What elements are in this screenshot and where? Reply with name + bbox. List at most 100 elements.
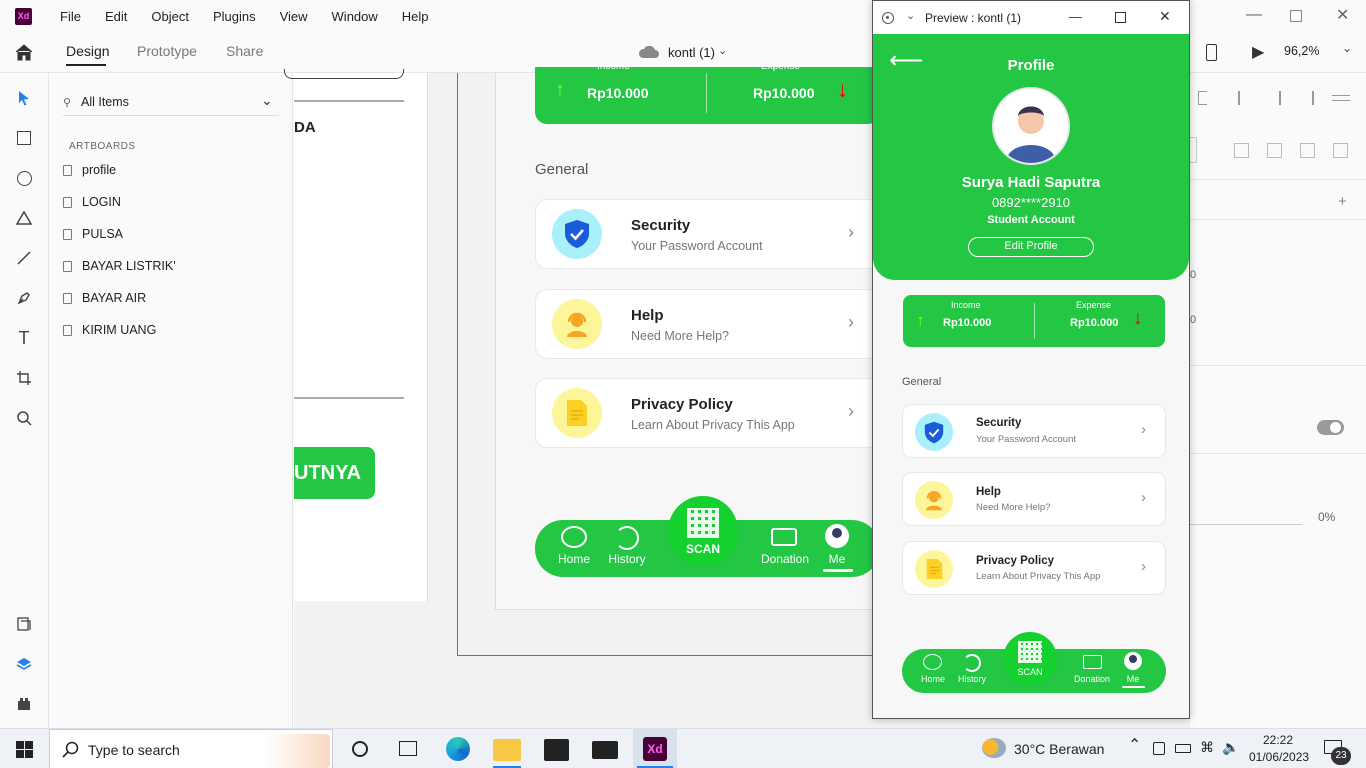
chevron-down-icon[interactable]: ⌄ xyxy=(906,9,915,22)
layers-icon[interactable] xyxy=(14,654,34,674)
align-center-icon[interactable] xyxy=(1279,91,1293,105)
home-icon[interactable] xyxy=(561,526,587,548)
artboard-login[interactable]: DA UTNYA xyxy=(284,69,428,601)
security-card[interactable]: Security Your Password Account › xyxy=(902,404,1166,458)
minimize-icon[interactable]: — xyxy=(1069,9,1082,24)
money-icon[interactable] xyxy=(1083,655,1102,669)
assets-icon[interactable] xyxy=(14,614,34,634)
volume-icon[interactable]: 🔈 xyxy=(1222,739,1239,756)
rectangle-tool-icon[interactable] xyxy=(14,128,34,148)
device-icon[interactable] xyxy=(1153,742,1165,755)
menu-object[interactable]: Object xyxy=(151,9,189,24)
pen-tool-icon[interactable] xyxy=(14,288,34,308)
menu-edit[interactable]: Edit xyxy=(105,9,127,24)
privacy-card[interactable]: Privacy Policy Learn About Privacy This … xyxy=(902,541,1166,595)
menu-help[interactable]: Help xyxy=(402,9,429,24)
layers-search[interactable]: ⚲ All Items ⌄ xyxy=(63,92,279,116)
layer-item[interactable]: PULSA xyxy=(63,227,123,241)
record-icon[interactable] xyxy=(882,12,894,24)
layer-item[interactable]: BAYAR LISTRIK' xyxy=(63,259,176,273)
mail-icon[interactable] xyxy=(592,741,618,759)
clock-date[interactable]: 01/06/2023 xyxy=(1249,750,1309,764)
privacy-card[interactable]: Privacy Policy Learn About Privacy This … xyxy=(535,378,880,448)
nav-me-label[interactable]: Me xyxy=(1120,674,1146,684)
artboard-profile[interactable]: Income Expense ↑ Rp10.000 Rp10.000 ↓ Gen… xyxy=(495,61,880,610)
field-value[interactable]: 0 xyxy=(1190,314,1196,326)
scan-button[interactable]: SCAN xyxy=(668,496,738,566)
nav-home-label[interactable]: Home xyxy=(555,552,593,566)
slider-track[interactable] xyxy=(1190,524,1302,525)
nav-home-label[interactable]: Home xyxy=(916,674,950,684)
store-icon[interactable] xyxy=(544,739,569,761)
menu-plugins[interactable]: Plugins xyxy=(213,9,256,24)
align-right-icon[interactable] xyxy=(1300,91,1314,105)
xd-taskbar-button[interactable]: Xd xyxy=(633,729,677,768)
zoom-level[interactable]: 96,2% xyxy=(1284,44,1319,58)
chevron-down-icon[interactable]: ⌄ xyxy=(1342,41,1352,55)
align-left-icon[interactable] xyxy=(1238,91,1252,105)
menu-view[interactable]: View xyxy=(280,9,308,24)
select-tool-icon[interactable] xyxy=(14,88,34,108)
home-icon[interactable] xyxy=(14,43,34,66)
restore-icon[interactable] xyxy=(1290,10,1302,22)
nav-me-label[interactable]: Me xyxy=(821,552,853,566)
nav-donation-label[interactable]: Donation xyxy=(1070,674,1114,684)
artboard-tool-icon[interactable] xyxy=(14,368,34,388)
close-icon[interactable]: ✕ xyxy=(1159,8,1171,25)
mobile-preview-icon[interactable] xyxy=(1206,44,1217,61)
weather-icon[interactable] xyxy=(982,738,1006,758)
nav-donation-label[interactable]: Donation xyxy=(757,552,813,566)
polygon-tool-icon[interactable] xyxy=(14,208,34,228)
avatar[interactable] xyxy=(825,524,849,548)
layer-item[interactable]: KIRIM UANG xyxy=(63,323,156,337)
text-tool-icon[interactable]: T xyxy=(14,328,34,348)
add-icon[interactable]: + xyxy=(1338,193,1347,210)
history-icon[interactable] xyxy=(963,654,981,672)
layer-item[interactable]: LOGIN xyxy=(63,195,121,209)
boolean-exclude-icon[interactable] xyxy=(1333,143,1348,158)
tab-share[interactable]: Share xyxy=(226,43,263,59)
line-tool-icon[interactable] xyxy=(14,248,34,268)
clock-time[interactable]: 22:22 xyxy=(1263,733,1293,747)
file-explorer-icon[interactable] xyxy=(493,739,521,761)
battery-icon[interactable] xyxy=(1175,744,1191,753)
wifi-icon[interactable]: ⌘ xyxy=(1200,739,1214,756)
nav-history-label[interactable]: History xyxy=(605,552,649,566)
edge-icon[interactable] xyxy=(446,737,470,761)
chevron-down-icon[interactable]: ⌄ xyxy=(718,44,727,57)
field-value[interactable]: 0 xyxy=(1190,269,1196,281)
toggle-switch[interactable] xyxy=(1317,420,1344,435)
document-title[interactable]: kontl (1) xyxy=(668,45,715,60)
zoom-tool-icon[interactable] xyxy=(14,408,34,428)
security-card[interactable]: Security Your Password Account › xyxy=(535,199,880,269)
close-icon[interactable]: ✕ xyxy=(1336,5,1349,25)
distribute-icon[interactable] xyxy=(1332,95,1350,101)
align-icon[interactable] xyxy=(1198,91,1207,105)
layer-item[interactable]: profile xyxy=(63,163,116,177)
plugins-icon[interactable] xyxy=(14,694,34,714)
help-card[interactable]: Help Need More Help? › xyxy=(902,472,1166,526)
boolean-subtract-icon[interactable] xyxy=(1267,143,1282,158)
help-card[interactable]: Help Need More Help? › xyxy=(535,289,880,359)
edit-profile-button[interactable]: Edit Profile xyxy=(968,237,1094,257)
ellipse-tool-icon[interactable] xyxy=(14,168,34,188)
history-icon[interactable] xyxy=(615,526,639,550)
opacity-value[interactable]: 0% xyxy=(1318,510,1335,524)
home-icon[interactable] xyxy=(923,654,942,670)
chevron-up-icon[interactable]: ⌃ xyxy=(1128,735,1141,755)
money-icon[interactable] xyxy=(771,528,797,546)
avatar[interactable] xyxy=(1124,652,1142,670)
tab-prototype[interactable]: Prototype xyxy=(137,43,197,59)
minimize-icon[interactable]: — xyxy=(1246,6,1262,24)
menu-file[interactable]: File xyxy=(60,9,81,24)
scan-button[interactable]: SCAN xyxy=(1003,632,1057,686)
maximize-icon[interactable] xyxy=(1115,12,1126,23)
play-icon[interactable]: ▶ xyxy=(1252,42,1264,62)
task-view-icon[interactable] xyxy=(399,741,417,756)
weather-text[interactable]: 30°C Berawan xyxy=(1014,741,1104,757)
taskbar-search[interactable]: Type to search xyxy=(49,729,333,768)
cortana-icon[interactable] xyxy=(352,741,368,757)
layer-item[interactable]: BAYAR AIR xyxy=(63,291,146,305)
nav-history-label[interactable]: History xyxy=(954,674,990,684)
chevron-down-icon[interactable]: ⌄ xyxy=(261,92,273,109)
